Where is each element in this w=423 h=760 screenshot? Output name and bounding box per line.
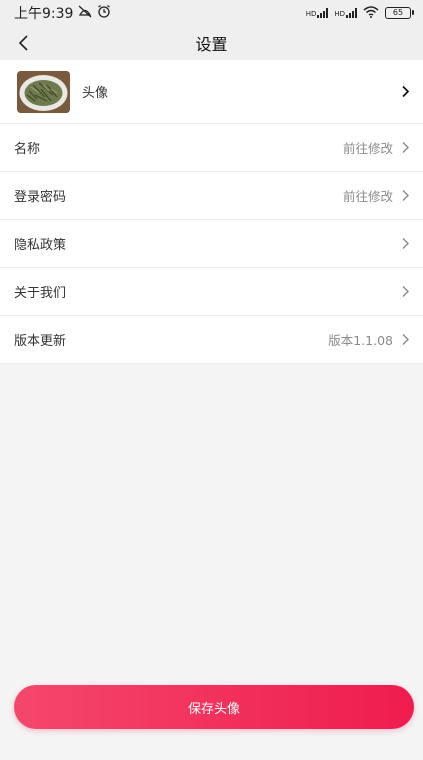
chevron-right-icon <box>399 237 411 251</box>
settings-row-privacy[interactable]: 隐私政策 <box>0 220 423 268</box>
avatar-row-left: 头像 <box>17 70 109 113</box>
chevron-right-icon <box>399 85 411 99</box>
privacy-label: 隐私政策 <box>14 238 67 253</box>
chevron-left-icon <box>18 35 28 51</box>
no-disturb-icon <box>77 4 93 22</box>
privacy-right <box>399 237 411 251</box>
signal-hd-label: HD <box>305 10 317 18</box>
name-value: 前往修改 <box>342 141 393 156</box>
settings-row-name[interactable]: 名称 前往修改 <box>0 124 423 172</box>
settings-row-about[interactable]: 关于我们 <box>0 268 423 316</box>
settings-row-avatar[interactable]: 头像 <box>0 60 423 124</box>
avatar-label: 头像 <box>82 86 109 101</box>
name-label: 名称 <box>14 142 41 157</box>
back-button[interactable] <box>10 30 36 56</box>
chevron-right-icon <box>399 141 411 155</box>
settings-row-password[interactable]: 登录密码 前往修改 <box>0 172 423 220</box>
signal-icon: HD <box>306 8 329 18</box>
save-avatar-button[interactable]: 保存头像 <box>14 685 414 729</box>
chevron-right-icon <box>399 285 411 299</box>
settings-list: 头像 名称 前往修改 登录密码 前往修改 隐私政策 关于我们 版本更新 版本1.… <box>0 60 423 364</box>
wifi-icon <box>363 5 379 21</box>
password-right: 前往修改 <box>343 186 411 205</box>
name-right: 前往修改 <box>343 138 411 157</box>
nav-bar: 设置 <box>0 26 423 60</box>
about-right <box>399 285 411 299</box>
battery-icon: 65 <box>385 7 414 19</box>
avatar <box>17 70 70 113</box>
alarm-icon <box>97 4 111 22</box>
password-label: 登录密码 <box>14 190 67 205</box>
status-time: 上午9:39 <box>14 6 74 22</box>
password-value: 前往修改 <box>342 189 393 204</box>
version-value: 版本1.1.08 <box>328 333 393 348</box>
status-bar: 上午9:39 HD HD 65 <box>0 0 423 26</box>
chevron-right-icon <box>399 333 411 347</box>
status-bar-right: HD HD 65 <box>306 5 414 21</box>
version-label: 版本更新 <box>14 334 67 349</box>
settings-row-version[interactable]: 版本更新 版本1.1.08 <box>0 316 423 364</box>
signal-icon: HD <box>334 8 357 18</box>
version-right: 版本1.1.08 <box>328 330 411 349</box>
page-title: 设置 <box>195 35 228 54</box>
signal-hd-label: HD <box>334 10 345 18</box>
chevron-right-icon <box>399 189 411 203</box>
about-label: 关于我们 <box>14 286 67 301</box>
status-bar-left: 上午9:39 <box>14 3 111 23</box>
